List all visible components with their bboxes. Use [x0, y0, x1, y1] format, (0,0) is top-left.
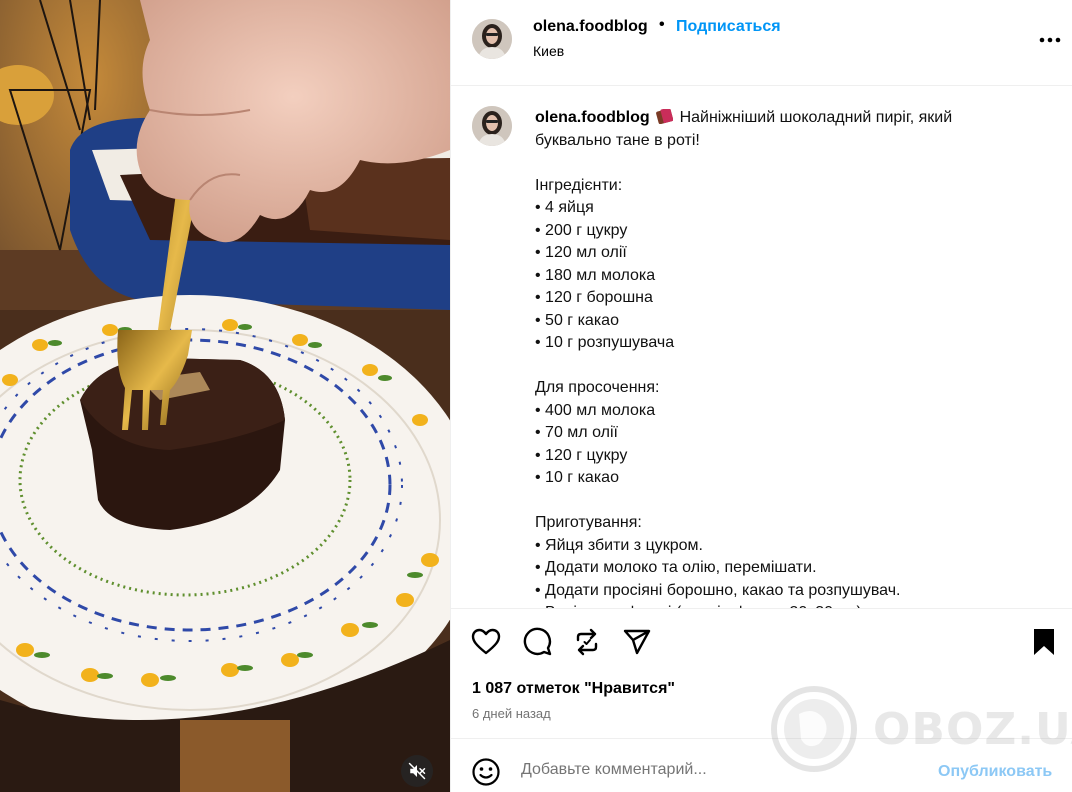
profile-photo	[472, 106, 512, 146]
comment-bubble-icon[interactable]	[521, 626, 553, 658]
username-link[interactable]: olena.foodblog	[533, 18, 648, 36]
heart-outline-icon[interactable]	[470, 626, 502, 658]
caption-body: Найніжніший шоколадний пиріг, який буква…	[535, 109, 953, 608]
location-link[interactable]: Киев	[533, 43, 564, 59]
caption-text: olena.foodblog Найніжніший шоколадний пи…	[535, 107, 1035, 608]
cake-photo	[0, 0, 450, 792]
profile-photo	[472, 19, 512, 59]
post-photo[interactable]	[0, 0, 450, 792]
more-horizontal-icon[interactable]	[1037, 30, 1063, 50]
smiley-icon[interactable]	[471, 757, 501, 787]
watermark: OBOZ.UA	[769, 684, 1072, 784]
globe-logo-icon	[771, 686, 857, 772]
watermark-text: OBOZ.UA	[873, 704, 1072, 755]
post-sidebar: olena.foodblog • Подписаться Киев olena.…	[450, 0, 1072, 792]
caption-username[interactable]: olena.foodblog	[535, 109, 650, 126]
bookmark-filled-icon[interactable]	[1028, 626, 1060, 658]
speaker-muted-icon	[408, 762, 426, 780]
separator-dot: •	[659, 16, 665, 33]
post-header: olena.foodblog • Подписаться Киев	[451, 0, 1072, 86]
follow-button[interactable]: Подписаться	[676, 18, 781, 36]
likes-count[interactable]: 1 087 отметок "Нравится"	[472, 680, 675, 698]
chocolate-bar-emoji	[656, 109, 674, 124]
caption-avatar[interactable]	[472, 106, 512, 146]
repost-icon[interactable]	[571, 626, 603, 658]
paper-plane-icon[interactable]	[621, 626, 653, 658]
mute-button[interactable]	[401, 755, 433, 787]
avatar[interactable]	[472, 19, 512, 59]
post-timestamp[interactable]: 6 дней назад	[472, 706, 551, 721]
caption-section: olena.foodblog Найніжніший шоколадний пи…	[451, 87, 1072, 608]
